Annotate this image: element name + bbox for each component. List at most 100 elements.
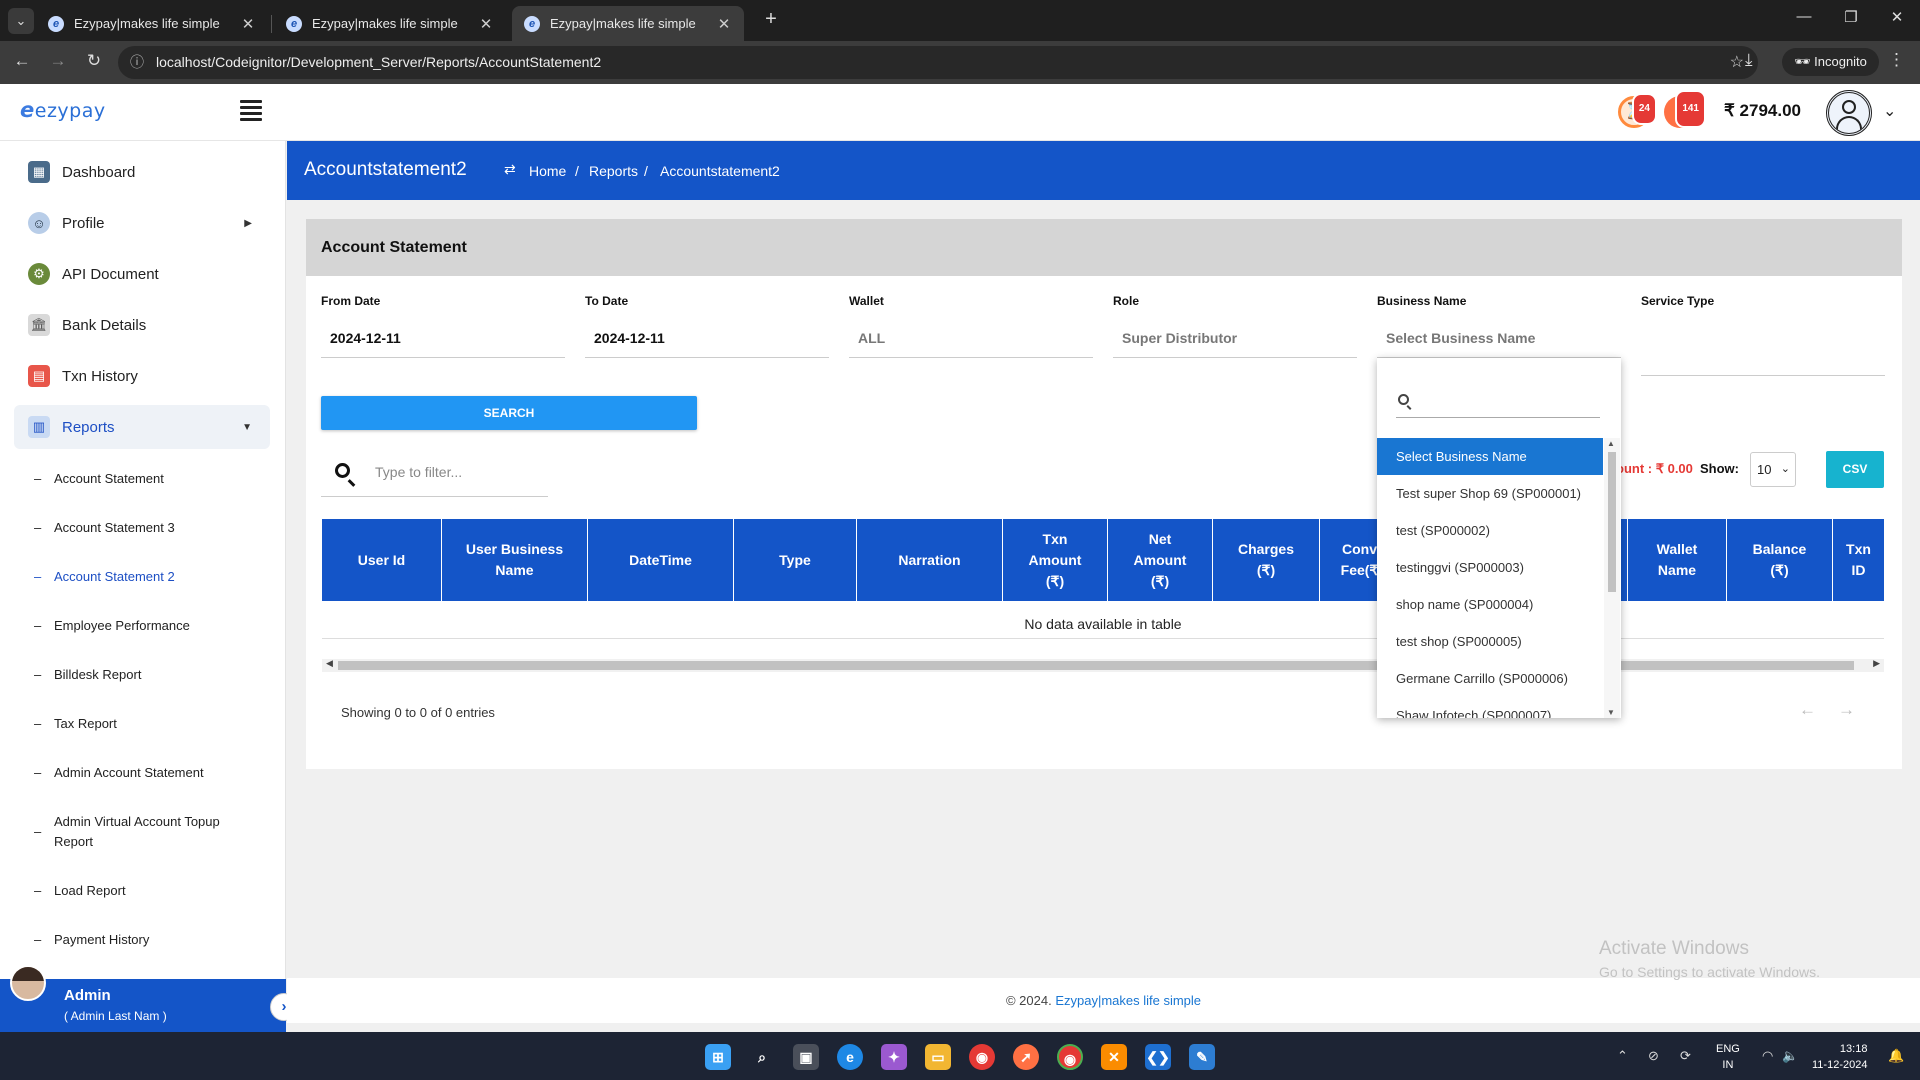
- dropdown-option[interactable]: Test super Shop 69 (SP000001): [1377, 475, 1603, 512]
- taskbar-clock[interactable]: 13:18 11-12-2024: [1812, 1041, 1867, 1073]
- notification-bell-icon[interactable]: 🔔: [1888, 1048, 1904, 1064]
- minimize-icon[interactable]: —: [1789, 8, 1819, 25]
- edge-browser-icon[interactable]: e: [837, 1044, 863, 1070]
- browser-tab-1[interactable]: e Ezypay|makes life simple ✕: [36, 6, 268, 41]
- chrome-icon[interactable]: ◉: [969, 1044, 995, 1070]
- dropdown-option[interactable]: Shaw Infotech (SP000007): [1377, 697, 1603, 718]
- to-date-field[interactable]: 2024-12-11: [585, 318, 829, 358]
- table-horizontal-scrollbar[interactable]: ◀ ▶: [322, 658, 1884, 672]
- scroll-down-arrow-icon[interactable]: ▼: [1607, 708, 1615, 717]
- task-view-icon[interactable]: ▣: [793, 1044, 819, 1070]
- sidebar-subitem-account-statement[interactable]: – Account Statement: [34, 469, 264, 489]
- dropdown-option[interactable]: test (SP000002): [1377, 512, 1603, 549]
- input-language[interactable]: ENG IN: [1716, 1041, 1740, 1073]
- sidebar-subitem-employee-performance[interactable]: – Employee Performance: [34, 616, 264, 636]
- sidebar-item-profile[interactable]: ☺ Profile ▶: [14, 201, 270, 245]
- windows-start-icon[interactable]: ⊞: [705, 1044, 731, 1070]
- next-page-arrow-icon[interactable]: →: [1838, 700, 1855, 720]
- new-tab-plus-icon[interactable]: +: [758, 8, 784, 31]
- search-icon[interactable]: ⌕: [749, 1044, 775, 1070]
- column-header-txn-id[interactable]: Txn ID: [1833, 519, 1884, 601]
- dropdown-scrollbar[interactable]: ▲ ▼: [1604, 438, 1620, 718]
- chrome-incognito-icon[interactable]: ◉: [1057, 1044, 1083, 1070]
- postman-icon[interactable]: ➚: [1013, 1044, 1039, 1070]
- scroll-left-arrow-icon[interactable]: ◀: [326, 658, 333, 669]
- sidebar-subitem-payment-history[interactable]: – Payment History: [34, 930, 264, 950]
- page-size-select[interactable]: 10 ⌄: [1750, 452, 1796, 487]
- incognito-badge[interactable]: 🕶 Incognito: [1782, 48, 1879, 76]
- wifi-icon[interactable]: ◠: [1762, 1048, 1773, 1064]
- scroll-right-arrow-icon[interactable]: ▶: [1873, 658, 1880, 669]
- dropdown-search-field[interactable]: [1396, 386, 1600, 418]
- dropdown-option[interactable]: Select Business Name: [1377, 438, 1603, 475]
- footer-link[interactable]: Ezypay|makes life simple: [1055, 993, 1201, 1008]
- reload-icon[interactable]: ↻: [82, 51, 106, 71]
- vscode-icon[interactable]: ❮❯: [1145, 1044, 1171, 1070]
- back-arrow-icon[interactable]: ←: [10, 51, 34, 71]
- breadcrumb-home[interactable]: Home: [529, 163, 566, 179]
- browser-menu-icon[interactable]: ⋮: [1888, 50, 1905, 70]
- dropdown-option[interactable]: test shop (SP000005): [1377, 623, 1603, 660]
- scrollbar-thumb[interactable]: [338, 661, 1854, 670]
- download-icon[interactable]: ⤓: [1745, 50, 1753, 70]
- browser-tab-2[interactable]: e Ezypay|makes life simple ✕: [274, 6, 506, 41]
- sidebar-subitem-account-statement-3[interactable]: – Account Statement 3: [34, 518, 264, 538]
- tab-close-icon[interactable]: ✕: [478, 15, 494, 33]
- ezypay-logo[interactable]: eezypay: [20, 98, 106, 122]
- sidebar-toggle-hamburger-icon[interactable]: [240, 100, 262, 124]
- sidebar-item-api-document[interactable]: ⚙ API Document: [14, 252, 270, 296]
- sidebar-subitem-account-statement-2[interactable]: – Account Statement 2: [34, 567, 264, 587]
- xampp-icon[interactable]: ✕: [1101, 1044, 1127, 1070]
- column-header-type[interactable]: Type: [734, 519, 857, 601]
- file-explorer-icon[interactable]: ▭: [925, 1044, 951, 1070]
- wallet-select[interactable]: ALL: [849, 318, 1093, 358]
- column-header-net-amount[interactable]: Net Amount (₹): [1108, 519, 1213, 601]
- prev-page-arrow-icon[interactable]: ←: [1799, 700, 1816, 720]
- sidebar-subitem-admin-virtual-account-topup[interactable]: – Admin Virtual Account Topup Report: [34, 812, 244, 852]
- sidebar-subitem-tax-report[interactable]: – Tax Report: [34, 714, 264, 734]
- csv-export-button[interactable]: CSV: [1826, 451, 1884, 488]
- sidebar-subitem-load-report[interactable]: – Load Report: [34, 881, 264, 901]
- restore-icon[interactable]: ❐: [1836, 8, 1866, 26]
- bookmark-star-icon[interactable]: ☆: [1730, 46, 1744, 79]
- site-info-icon[interactable]: ⓘ: [130, 46, 144, 79]
- search-button[interactable]: SEARCH: [321, 396, 697, 430]
- dropdown-option[interactable]: Germane Carrillo (SP000006): [1377, 660, 1603, 697]
- tray-chevron-up-icon[interactable]: ⌃: [1617, 1048, 1628, 1064]
- column-header-user-id[interactable]: User Id: [322, 519, 442, 601]
- tray-sync-icon[interactable]: ⟳: [1680, 1048, 1691, 1064]
- scroll-up-arrow-icon[interactable]: ▲: [1607, 439, 1615, 448]
- role-select[interactable]: Super Distributor: [1113, 318, 1357, 358]
- dropdown-option[interactable]: shop name (SP000004): [1377, 586, 1603, 623]
- volume-icon[interactable]: 🔈: [1782, 1048, 1798, 1064]
- sidebar-item-reports[interactable]: ▥ Reports ▼: [14, 405, 270, 449]
- sidebar-subitem-billdesk-report[interactable]: – Billdesk Report: [34, 665, 264, 685]
- url-field[interactable]: ⓘ localhost/Codeignitor/Development_Serv…: [118, 46, 1758, 79]
- dropdown-option[interactable]: testinggvi (SP000003): [1377, 549, 1603, 586]
- app-icon[interactable]: ✎: [1189, 1044, 1215, 1070]
- from-date-field[interactable]: 2024-12-11: [321, 318, 565, 358]
- tab-search-button[interactable]: ⌄: [8, 8, 34, 34]
- user-avatar-icon[interactable]: [1826, 90, 1872, 136]
- column-header-datetime[interactable]: DateTime: [588, 519, 734, 601]
- business-name-select[interactable]: Select Business Name: [1377, 318, 1621, 358]
- window-close-icon[interactable]: ✕: [1882, 8, 1912, 26]
- column-header-user-business-name[interactable]: User Business Name: [442, 519, 588, 601]
- sidebar-subitem-admin-account-statement[interactable]: – Admin Account Statement: [34, 763, 264, 783]
- pending-hourglass-icon[interactable]: ⌛ 24: [1618, 93, 1657, 128]
- tray-network-off-icon[interactable]: ⊘: [1648, 1048, 1659, 1064]
- service-type-select[interactable]: [1641, 336, 1885, 376]
- copilot-icon[interactable]: ✦: [881, 1044, 907, 1070]
- column-header-wallet-name[interactable]: Wallet Name: [1628, 519, 1727, 601]
- dropdown-scrollbar-thumb[interactable]: [1608, 452, 1616, 592]
- sidebar-item-txn-history[interactable]: ▤ Txn History: [14, 354, 270, 398]
- column-header-charges[interactable]: Charges (₹): [1213, 519, 1320, 601]
- wallet-notification-icon[interactable]: ₹ 141: [1664, 90, 1706, 128]
- column-header-txn-amount[interactable]: Txn Amount (₹): [1003, 519, 1108, 601]
- tab-close-icon[interactable]: ✕: [716, 15, 732, 33]
- user-menu-chevron-down-icon[interactable]: ⌄: [1883, 101, 1896, 121]
- forward-arrow-icon[interactable]: →: [46, 51, 70, 71]
- browser-tab-3-active[interactable]: e Ezypay|makes life simple ✕: [512, 6, 744, 41]
- column-header-narration[interactable]: Narration: [857, 519, 1003, 601]
- filter-input[interactable]: [375, 464, 540, 480]
